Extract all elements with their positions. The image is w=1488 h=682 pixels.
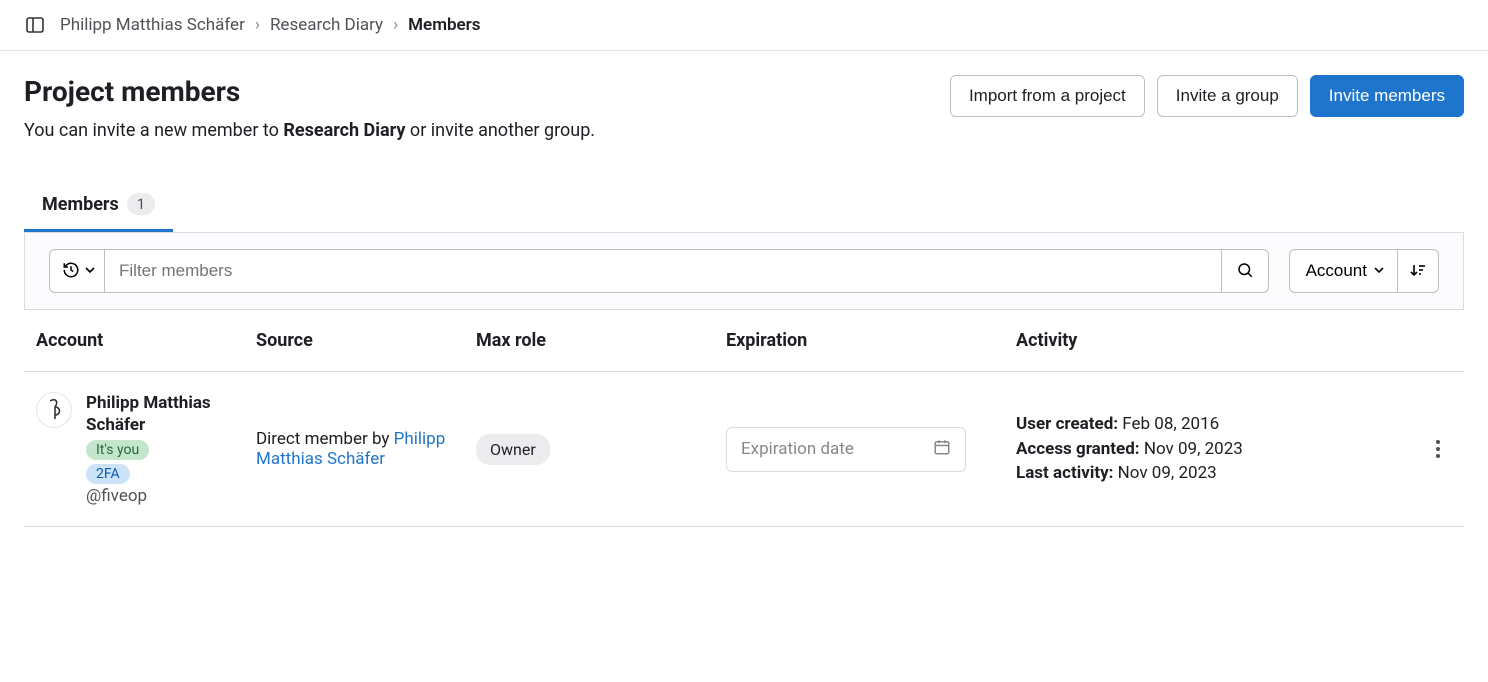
chevron-right-icon: › xyxy=(393,15,398,35)
breadcrumb-project[interactable]: Research Diary xyxy=(270,15,383,35)
invite-members-button[interactable]: Invite members xyxy=(1310,75,1464,117)
subtitle-suffix: or invite another group. xyxy=(405,120,595,141)
tab-members-label: Members xyxy=(42,194,119,215)
filter-members-input[interactable] xyxy=(105,249,1221,293)
tab-members-count: 1 xyxy=(127,193,155,215)
chevron-down-icon xyxy=(84,264,96,279)
member-name[interactable]: Philipp Matthias Schäfer xyxy=(86,392,216,436)
expiration-input[interactable]: Expiration date xyxy=(726,427,966,472)
last-activity-label: Last activity: xyxy=(1016,463,1113,483)
import-from-project-button[interactable]: Import from a project xyxy=(950,75,1145,117)
page-title: Project members xyxy=(24,75,595,108)
subtitle-prefix: You can invite a new member to xyxy=(24,120,283,141)
sidebar-toggle-icon[interactable] xyxy=(24,14,46,36)
expiration-placeholder: Expiration date xyxy=(741,439,854,459)
calendar-icon xyxy=(933,438,951,461)
last-activity-value: Nov 09, 2023 xyxy=(1118,463,1217,483)
breadcrumb-current: Members xyxy=(408,15,480,35)
activity-info: User created: Feb 08, 2016 Access grante… xyxy=(1016,412,1400,486)
chevron-right-icon: › xyxy=(255,15,260,35)
tabs: Members 1 xyxy=(24,181,1464,233)
sort-direction-icon xyxy=(1410,262,1426,281)
search-icon xyxy=(1236,261,1254,282)
members-table: Account Source Max role Expiration Activ… xyxy=(24,310,1464,527)
member-username[interactable]: @fiveop xyxy=(86,486,216,506)
page-subtitle: You can invite a new member to Research … xyxy=(24,120,595,141)
row-actions-menu[interactable] xyxy=(1424,440,1452,458)
invite-group-button[interactable]: Invite a group xyxy=(1157,75,1298,117)
table-row: Philipp Matthias Schäfer It's you 2FA @f… xyxy=(24,372,1464,527)
th-expiration: Expiration xyxy=(714,310,1004,372)
user-created-label: User created: xyxy=(1016,414,1118,434)
sort-dropdown[interactable]: Account xyxy=(1289,249,1398,293)
th-account: Account xyxy=(24,310,244,372)
member-source: Direct member by Philipp Matthias Schäfe… xyxy=(256,429,452,469)
access-granted-label: Access granted: xyxy=(1016,439,1140,459)
header-actions: Import from a project Invite a group Inv… xyxy=(950,75,1464,117)
access-granted-value: Nov 09, 2023 xyxy=(1144,439,1243,459)
filter-bar: Account xyxy=(24,233,1464,310)
source-prefix: Direct member by xyxy=(256,429,394,449)
th-activity: Activity xyxy=(1004,310,1412,372)
sort-label: Account xyxy=(1306,261,1367,281)
th-source: Source xyxy=(244,310,464,372)
breadcrumb-owner[interactable]: Philipp Matthias Schäfer xyxy=(60,15,245,35)
th-max-role: Max role xyxy=(464,310,714,372)
avatar[interactable] xyxy=(36,392,72,428)
history-icon xyxy=(62,261,80,282)
page-header: Project members You can invite a new mem… xyxy=(24,75,1464,141)
tab-members[interactable]: Members 1 xyxy=(24,181,173,232)
topbar: Philipp Matthias Schäfer › Research Diar… xyxy=(0,0,1488,51)
role-badge[interactable]: Owner xyxy=(476,434,550,465)
user-created-value: Feb 08, 2016 xyxy=(1122,414,1219,434)
breadcrumbs: Philipp Matthias Schäfer › Research Diar… xyxy=(60,15,481,35)
chevron-down-icon xyxy=(1373,261,1385,281)
twofa-badge: 2FA xyxy=(86,464,130,484)
subtitle-project: Research Diary xyxy=(283,120,405,141)
filter-history-button[interactable] xyxy=(49,249,105,293)
its-you-badge: It's you xyxy=(86,440,149,460)
search-button[interactable] xyxy=(1221,249,1269,293)
sort-direction-button[interactable] xyxy=(1398,249,1439,293)
